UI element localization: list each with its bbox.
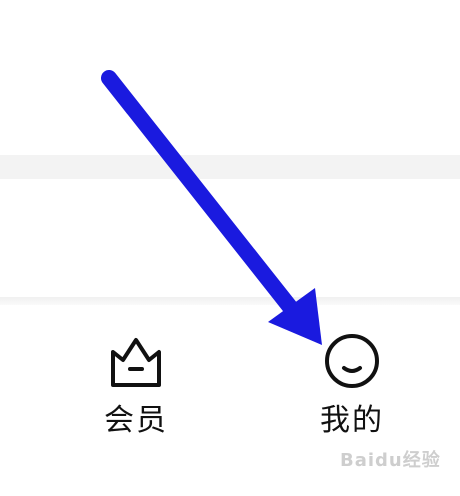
baidu-watermark: Baidu经验 <box>340 450 441 471</box>
annotation-arrow <box>101 70 322 345</box>
